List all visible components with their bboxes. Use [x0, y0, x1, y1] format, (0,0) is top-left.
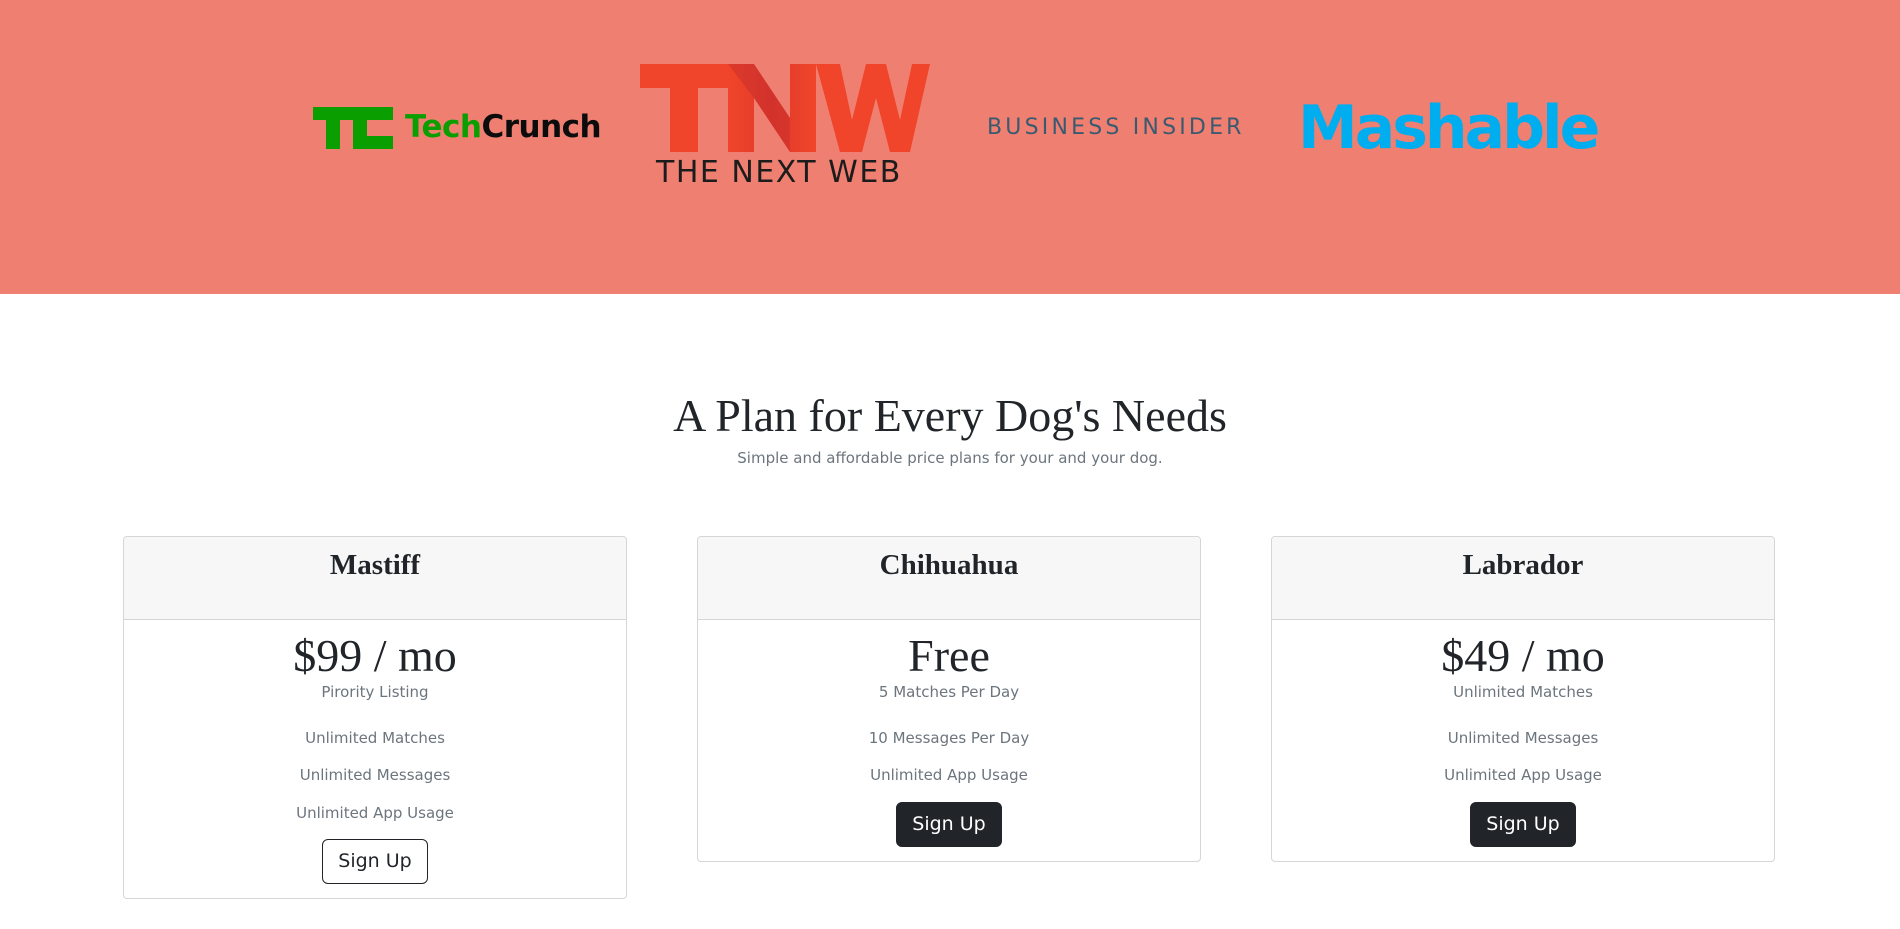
plan-name: Labrador — [1462, 549, 1584, 581]
plan-feature: Pirority Listing — [321, 683, 429, 701]
plan-card-body: $99 / mo Pirority Listing Unlimited Matc… — [124, 620, 626, 898]
plan-card-body: $49 / mo Unlimited Matches Unlimited Mes… — [1272, 620, 1774, 861]
mastiff-sign-up-button[interactable]: Sign Up — [322, 839, 428, 884]
plan-feature: Unlimited Matches — [1453, 683, 1593, 701]
techcrunch-wordmark-tech: Tech — [405, 109, 482, 145]
plan-card-header: Mastiff — [124, 537, 626, 620]
plan-card-header: Labrador — [1272, 537, 1774, 620]
techcrunch-mark-icon — [313, 107, 393, 149]
the-next-web-logo: THE NEXT WEB — [640, 64, 930, 194]
plan-name: Chihuahua — [879, 549, 1019, 581]
plan-features: Pirority Listing Unlimited Matches Unlim… — [124, 682, 626, 832]
plan-card-body: Free 5 Matches Per Day 10 Messages Per D… — [698, 620, 1200, 861]
press-section: TechCrunch THE NEXT WEB BUSINESS INSIDER… — [0, 0, 1900, 294]
plan-feature: Unlimited Matches — [305, 728, 445, 747]
plan-price: $99 / mo — [293, 630, 457, 681]
plan-feature: 10 Messages Per Day — [868, 728, 1030, 747]
labrador-sign-up-button[interactable]: Sign Up — [1470, 801, 1576, 847]
techcrunch-logo: TechCrunch — [313, 105, 602, 151]
plan-feature: Unlimited App Usage — [870, 766, 1028, 784]
plan-price: Free — [908, 630, 990, 681]
tnw-mark-icon — [640, 64, 930, 152]
plan-price: $49 / mo — [1441, 630, 1605, 681]
plan-feature: Unlimited Messages — [1447, 728, 1599, 747]
plan-feature: 5 Matches Per Day — [878, 683, 1020, 701]
plan-feature: Unlimited App Usage — [296, 803, 454, 822]
pricing-subtitle: Simple and affordable price plans for yo… — [737, 449, 1163, 467]
plan-card-mastiff: Mastiff $99 / mo Pirority Listing Unlimi… — [123, 536, 627, 899]
techcrunch-wordmark: TechCrunch — [405, 109, 602, 145]
plan-name: Mastiff — [329, 549, 421, 581]
tnw-wordmark: THE NEXT WEB — [656, 155, 902, 190]
plan-feature: Unlimited Messages — [299, 766, 451, 784]
business-insider-logo: BUSINESS INSIDER — [987, 115, 1245, 140]
plan-card-labrador: Labrador $49 / mo Unlimited Matches Unli… — [1271, 536, 1775, 862]
pricing-title: A Plan for Every Dog's Needs — [673, 390, 1227, 441]
plan-feature: Unlimited App Usage — [1444, 766, 1602, 784]
mashable-logo: Mashable — [1298, 93, 1600, 163]
plan-card-chihuahua: Chihuahua Free 5 Matches Per Day 10 Mess… — [697, 536, 1201, 862]
plan-features: Unlimited Matches Unlimited Messages Unl… — [1272, 682, 1774, 795]
plan-card-header: Chihuahua — [698, 537, 1200, 620]
plan-features: 5 Matches Per Day 10 Messages Per Day Un… — [698, 682, 1200, 795]
techcrunch-wordmark-crunch: Crunch — [481, 109, 602, 145]
chihuahua-sign-up-button[interactable]: Sign Up — [896, 801, 1002, 847]
